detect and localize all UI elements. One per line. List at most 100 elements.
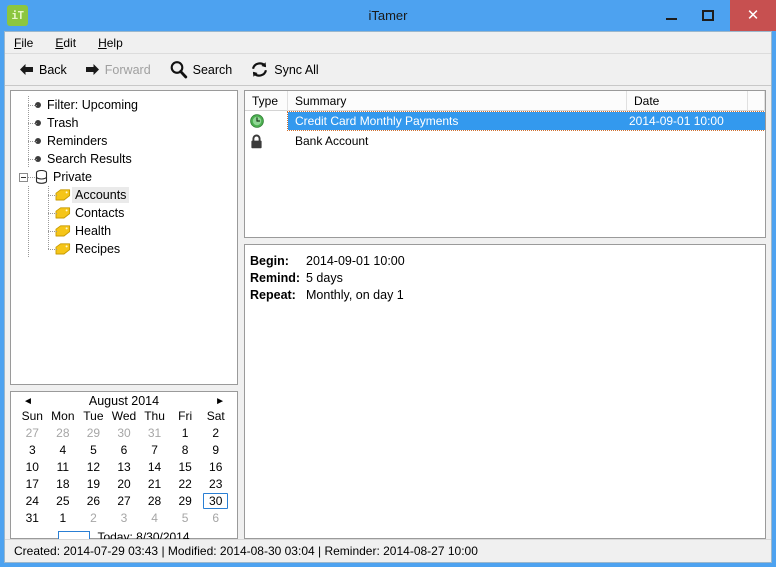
row-summary-cell: Credit Card Monthly Payments [295, 114, 459, 128]
calendar-day[interactable]: 25 [48, 493, 79, 510]
calendar-day[interactable]: 3 [109, 510, 140, 527]
calendar-day[interactable]: 1 [48, 510, 79, 527]
sync-icon [250, 60, 269, 79]
calendar-day[interactable]: 7 [139, 442, 170, 459]
tree-item-accounts[interactable]: Accounts [11, 186, 237, 204]
calendar-day[interactable]: 8 [170, 442, 201, 459]
calendar-next-button[interactable]: ► [215, 396, 225, 407]
calendar-day[interactable]: 6 [200, 510, 231, 527]
calendar-day[interactable]: 22 [170, 476, 201, 493]
calendar-day[interactable]: 26 [78, 493, 109, 510]
tree-item-label: Health [75, 224, 112, 238]
tree-item-filter-upcoming[interactable]: Filter: Upcoming [11, 96, 237, 114]
calendar-day[interactable]: 12 [78, 459, 109, 476]
tree-item-search-results[interactable]: Search Results [11, 150, 237, 168]
calendar-day[interactable]: 31 [17, 510, 48, 527]
calendar-day[interactable]: 13 [109, 459, 140, 476]
calendar-day[interactable]: 1 [170, 425, 201, 442]
calendar-day[interactable]: 15 [170, 459, 201, 476]
sync-all-button[interactable]: Sync All [250, 60, 319, 79]
minimize-button[interactable] [652, 0, 690, 31]
close-button[interactable]: ✕ [730, 0, 776, 31]
calendar-day[interactable]: 16 [200, 459, 231, 476]
tree-item-trash[interactable]: Trash [11, 114, 237, 132]
calendar-day[interactable]: 23 [200, 476, 231, 493]
calendar-day[interactable]: 20 [109, 476, 140, 493]
detail-value: 5 days [306, 270, 343, 285]
calendar-day[interactable]: 2 [200, 425, 231, 442]
minimize-icon [665, 17, 677, 20]
tree-indent [11, 186, 58, 204]
database-icon [35, 169, 48, 184]
calendar-widget[interactable]: ◄ August 2014 ► Sun Mon Tue Wed Thu Fri … [10, 391, 238, 544]
calendar-day[interactable]: 29 [78, 425, 109, 442]
row-type-cell [245, 134, 288, 149]
calendar-day[interactable]: 17 [17, 476, 48, 493]
menu-file[interactable]: File [14, 34, 43, 52]
calendar-day[interactable]: 14 [139, 459, 170, 476]
calendar-title: August 2014 [88, 394, 160, 408]
back-button[interactable]: Back [19, 63, 67, 77]
menu-edit[interactable]: Edit [55, 34, 86, 52]
calendar-day[interactable]: 6 [109, 442, 140, 459]
tree-line [28, 159, 38, 160]
calendar-header: ◄ August 2014 ► [17, 394, 231, 408]
left-column: Filter: Upcoming Trash Reminders Search … [10, 90, 238, 544]
maximize-button[interactable] [690, 0, 726, 31]
calendar-prev-button[interactable]: ◄ [23, 396, 33, 407]
calendar-day[interactable]: 24 [17, 493, 48, 510]
tree-line [28, 240, 29, 258]
menu-help[interactable]: Help [98, 34, 133, 52]
calendar-day[interactable]: 29 [170, 493, 201, 510]
column-header-date[interactable]: Date [627, 91, 748, 111]
calendar-day-grid[interactable]: 27 28 29 30 31 1 2 3 4 5 6 7 8 9 10 11 12 13 14 15 16 17 18 19 2… [17, 425, 231, 527]
tree-line [28, 123, 38, 124]
detail-panel: Begin: 2014-09-01 10:00 Remind: 5 days R… [244, 244, 766, 539]
tree-item-label: Trash [47, 116, 79, 130]
calendar-day[interactable]: 19 [78, 476, 109, 493]
toolbar: Back Forward Search Sync All [5, 54, 771, 86]
calendar-day[interactable]: 11 [48, 459, 79, 476]
search-button[interactable]: Search [169, 60, 232, 79]
column-header-summary[interactable]: Summary [288, 91, 627, 111]
column-header-type[interactable]: Type [245, 91, 288, 111]
tree-item-private[interactable]: Private [11, 168, 237, 186]
items-list[interactable]: Type Summary Date Credit Card Monthly Pa… [244, 90, 766, 238]
calendar-day[interactable]: 30 [200, 493, 231, 510]
tree-item-label: Accounts [72, 187, 130, 203]
tree-item-label: Recipes [75, 242, 121, 256]
calendar-day[interactable]: 30 [109, 425, 140, 442]
weekday-label: Fri [178, 409, 193, 423]
tree-item-contacts[interactable]: Contacts [11, 204, 237, 222]
calendar-day[interactable]: 28 [48, 425, 79, 442]
calendar-day[interactable]: 9 [200, 442, 231, 459]
detail-value: Monthly, on day 1 [306, 287, 404, 302]
calendar-day[interactable]: 5 [78, 442, 109, 459]
calendar-day[interactable]: 2 [78, 510, 109, 527]
calendar-day[interactable]: 28 [139, 493, 170, 510]
tree-item-reminders[interactable]: Reminders [11, 132, 237, 150]
table-row[interactable]: Bank Account [245, 131, 765, 151]
tree-indent [11, 114, 38, 132]
sync-all-label: Sync All [274, 62, 319, 77]
calendar-day[interactable]: 27 [109, 493, 140, 510]
tree-line [48, 213, 58, 214]
tree-item-recipes[interactable]: Recipes [11, 240, 237, 258]
forward-button[interactable]: Forward [85, 63, 151, 77]
tree-line [28, 105, 38, 106]
calendar-day[interactable]: 4 [48, 442, 79, 459]
navigation-tree[interactable]: Filter: Upcoming Trash Reminders Search … [10, 90, 238, 385]
calendar-day[interactable]: 31 [139, 425, 170, 442]
calendar-day[interactable]: 5 [170, 510, 201, 527]
calendar-day[interactable]: 10 [17, 459, 48, 476]
calendar-day-today: 30 [203, 493, 229, 509]
tree-line [28, 222, 29, 240]
tree-item-health[interactable]: Health [11, 222, 237, 240]
table-row[interactable]: Credit Card Monthly Payments 2014-09-01 … [245, 111, 765, 131]
calendar-day[interactable]: 3 [17, 442, 48, 459]
calendar-day[interactable]: 18 [48, 476, 79, 493]
calendar-day[interactable]: 21 [139, 476, 170, 493]
calendar-day[interactable]: 27 [17, 425, 48, 442]
calendar-day[interactable]: 4 [139, 510, 170, 527]
collapse-expander-icon[interactable] [19, 173, 28, 182]
